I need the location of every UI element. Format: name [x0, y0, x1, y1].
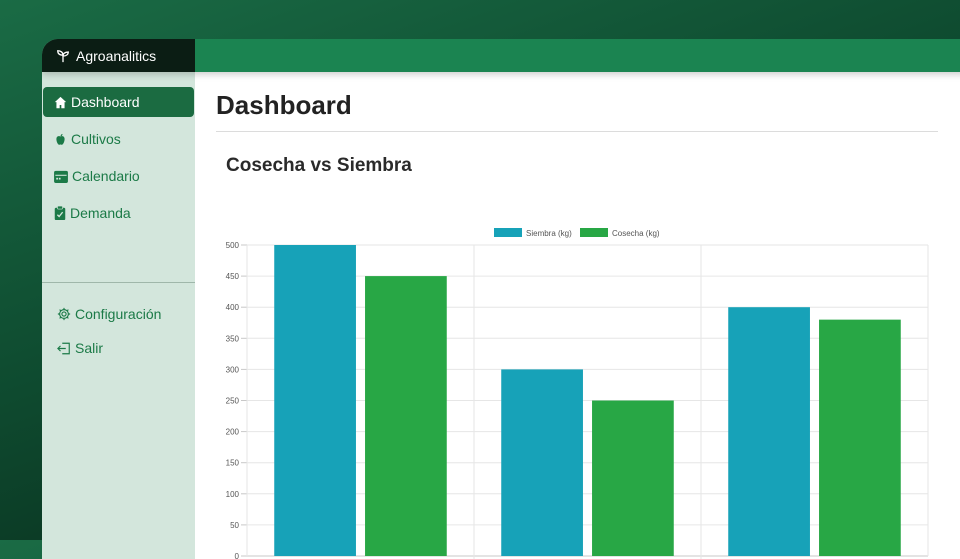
- app-window: Agroanalitics Dashboard Cultivos Calenda…: [42, 39, 960, 559]
- y-tick-label: 50: [230, 521, 239, 530]
- sidebar-item-label: Dashboard: [71, 94, 140, 110]
- brand[interactable]: Agroanalitics: [42, 39, 195, 72]
- sidebar-item-salir[interactable]: Salir: [43, 333, 194, 363]
- apple-icon: [56, 133, 65, 145]
- y-tick-label: 100: [226, 490, 240, 499]
- bar-1-1[interactable]: [592, 400, 674, 557]
- sidebar-item-cultivos[interactable]: Cultivos: [43, 124, 194, 154]
- legend-swatch-1: [580, 228, 608, 237]
- y-tick-label: 450: [226, 272, 240, 281]
- title-divider: [216, 131, 938, 132]
- y-tick-label: 0: [235, 552, 240, 559]
- chart-title: Cosecha vs Siembra: [226, 155, 412, 176]
- brand-name: Agroanalitics: [76, 47, 157, 64]
- sprout-icon: [57, 49, 69, 62]
- sidebar-item-label: Demanda: [70, 205, 131, 221]
- top-bar: Agroanalitics: [42, 39, 960, 72]
- page-title: Dashboard: [216, 90, 352, 120]
- sidebar: Dashboard Cultivos Calendario Demanda Co…: [42, 72, 195, 559]
- sidebar-item-demanda[interactable]: Demanda: [43, 198, 194, 228]
- sidebar-item-label: Configuración: [75, 306, 162, 322]
- legend-label-1: Cosecha (kg): [612, 229, 660, 238]
- y-tick-label: 500: [226, 241, 240, 250]
- y-tick-label: 250: [226, 397, 240, 406]
- y-tick-label: 300: [226, 365, 240, 374]
- y-tick-label: 150: [226, 459, 240, 468]
- bar-1-2[interactable]: [819, 319, 901, 556]
- logout-icon: [57, 342, 70, 354]
- sidebar-divider: [42, 282, 195, 283]
- sidebar-item-label: Cultivos: [71, 131, 121, 147]
- gear-icon: [57, 307, 71, 321]
- bar-0-2[interactable]: [728, 307, 810, 556]
- sidebar-item-configuracion[interactable]: Configuración: [43, 299, 194, 329]
- y-tick-label: 200: [226, 428, 240, 437]
- y-tick-label: 400: [226, 303, 240, 312]
- legend-swatch-0: [494, 228, 522, 237]
- legend-label-0: Siembra (kg): [526, 229, 572, 238]
- main-content: Dashboard Cosecha vs Siembra 0 50 100 150 20…: [195, 72, 960, 559]
- sidebar-item-label: Salir: [75, 340, 104, 356]
- calendar-icon: [54, 170, 68, 183]
- house-icon: [54, 96, 67, 108]
- sidebar-item-label: Calendario: [72, 168, 140, 184]
- bar-1-0[interactable]: [365, 276, 447, 556]
- bar-0-1[interactable]: [501, 369, 583, 556]
- clipboard-icon: [54, 206, 66, 220]
- bar-chart: 050100150200250300350400450500MaízTomate…: [226, 228, 929, 559]
- sidebar-item-dashboard[interactable]: Dashboard: [43, 87, 194, 117]
- bar-0-0[interactable]: [274, 245, 356, 556]
- sidebar-item-calendario[interactable]: Calendario: [43, 161, 194, 191]
- y-tick-label: 350: [226, 334, 240, 343]
